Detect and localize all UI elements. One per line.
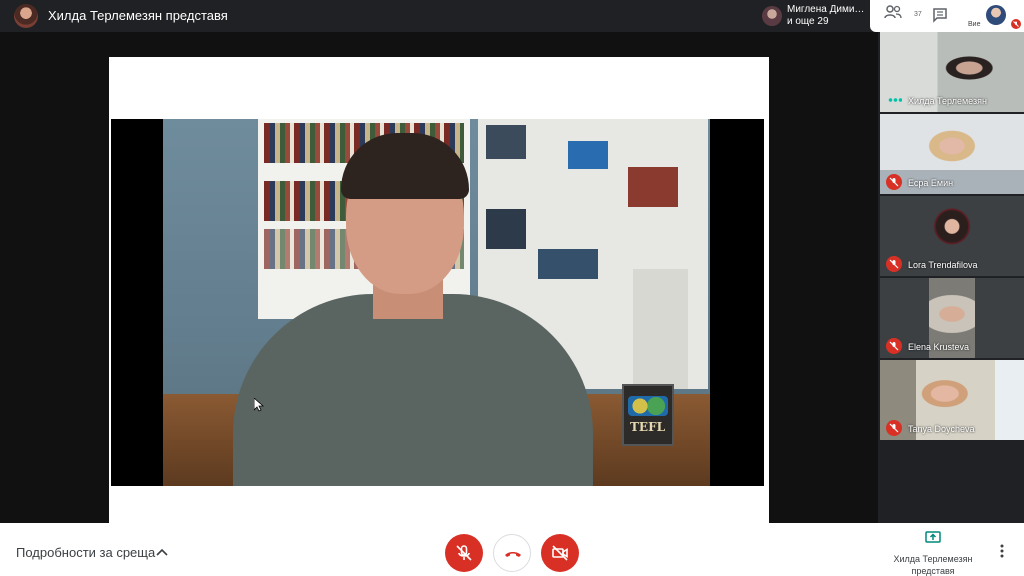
participant-avatar xyxy=(762,6,782,26)
call-end-icon xyxy=(505,552,521,557)
participant-tile[interactable]: Есра Емин xyxy=(880,114,1024,194)
presenter-body xyxy=(233,294,593,486)
muted-mic-badge xyxy=(886,420,902,436)
shelf-cell xyxy=(538,249,598,279)
muted-mic-badge xyxy=(886,256,902,272)
presenting-title: Хилда Терлемезян представя xyxy=(48,8,228,23)
participant-chip-more: и още 29 xyxy=(787,16,829,27)
world-map-icon xyxy=(628,396,668,416)
shelf-cell xyxy=(486,209,526,249)
shelf-cell xyxy=(628,167,678,207)
mouse-cursor-icon xyxy=(254,398,264,412)
present-icon xyxy=(925,531,941,543)
wall-door xyxy=(633,269,688,389)
muted-mic-badge xyxy=(886,338,902,354)
people-count: 37 xyxy=(914,11,922,18)
mic-off-icon xyxy=(1013,21,1019,27)
bottom-bar: Подробности за среща Хилда Терлемезян пр… xyxy=(0,523,1024,576)
people-icon xyxy=(884,5,902,19)
tile-name: Lora Trendafilova xyxy=(908,260,978,270)
presenter-avatar xyxy=(14,4,38,28)
tefl-sign: TEFL xyxy=(622,384,674,446)
self-label: Вие xyxy=(968,21,981,28)
present-now-button[interactable]: Хилда Терлемезян представя xyxy=(878,527,988,576)
mic-toggle-button[interactable] xyxy=(445,534,483,572)
mic-off-icon xyxy=(889,423,899,433)
present-label-line2: представя xyxy=(911,566,955,576)
presenter-video: TEFL xyxy=(111,119,764,486)
self-avatar[interactable] xyxy=(986,5,1006,25)
meeting-details-button[interactable]: Подробности за среща xyxy=(16,545,155,560)
participant-tile[interactable]: Хилда Терлемезян xyxy=(880,32,1024,112)
leave-call-button[interactable] xyxy=(493,534,531,572)
shelf-cell xyxy=(568,141,608,169)
tile-name: Elena Krusteva xyxy=(908,342,970,352)
tefl-sign-text: TEFL xyxy=(630,420,666,434)
chat-icon xyxy=(933,8,947,23)
present-label-line1: Хилда Терлемезян xyxy=(893,554,973,564)
participant-tile[interactable]: Lora Trendafilova xyxy=(880,196,1024,276)
speaking-indicator-icon xyxy=(888,98,902,102)
self-mic-off-badge xyxy=(1011,19,1021,29)
videocam-off-icon xyxy=(552,545,568,561)
participant-tiles: Хилда Терлемезян Есра Емин Lora Trendafi… xyxy=(878,32,1024,523)
shelf-cell xyxy=(486,125,526,159)
participant-chip-name: Миглена Дими… xyxy=(787,4,865,15)
mic-off-icon xyxy=(456,545,472,561)
tile-name: Tanya Doycheva xyxy=(908,424,975,434)
chat-button[interactable] xyxy=(932,7,948,23)
top-right-panel: 37 Вие xyxy=(870,0,1024,32)
chevron-up-icon[interactable] xyxy=(156,547,168,557)
tile-name: Хилда Терлемезян xyxy=(908,96,987,106)
muted-mic-badge xyxy=(886,174,902,190)
participant-chip[interactable]: Миглена Дими… и още 29 xyxy=(756,0,870,32)
participant-tile[interactable]: Tanya Doycheva xyxy=(880,360,1024,440)
more-vert-icon[interactable] xyxy=(998,543,1006,559)
mic-off-icon xyxy=(889,341,899,351)
participant-tile[interactable]: Elena Krusteva xyxy=(880,278,1024,358)
camera-toggle-button[interactable] xyxy=(541,534,579,572)
video-scene: TEFL xyxy=(163,119,710,486)
tile-name: Есра Емин xyxy=(908,178,954,188)
mic-off-icon xyxy=(889,259,899,269)
people-button[interactable]: 37 xyxy=(884,5,922,27)
mic-off-icon xyxy=(889,177,899,187)
